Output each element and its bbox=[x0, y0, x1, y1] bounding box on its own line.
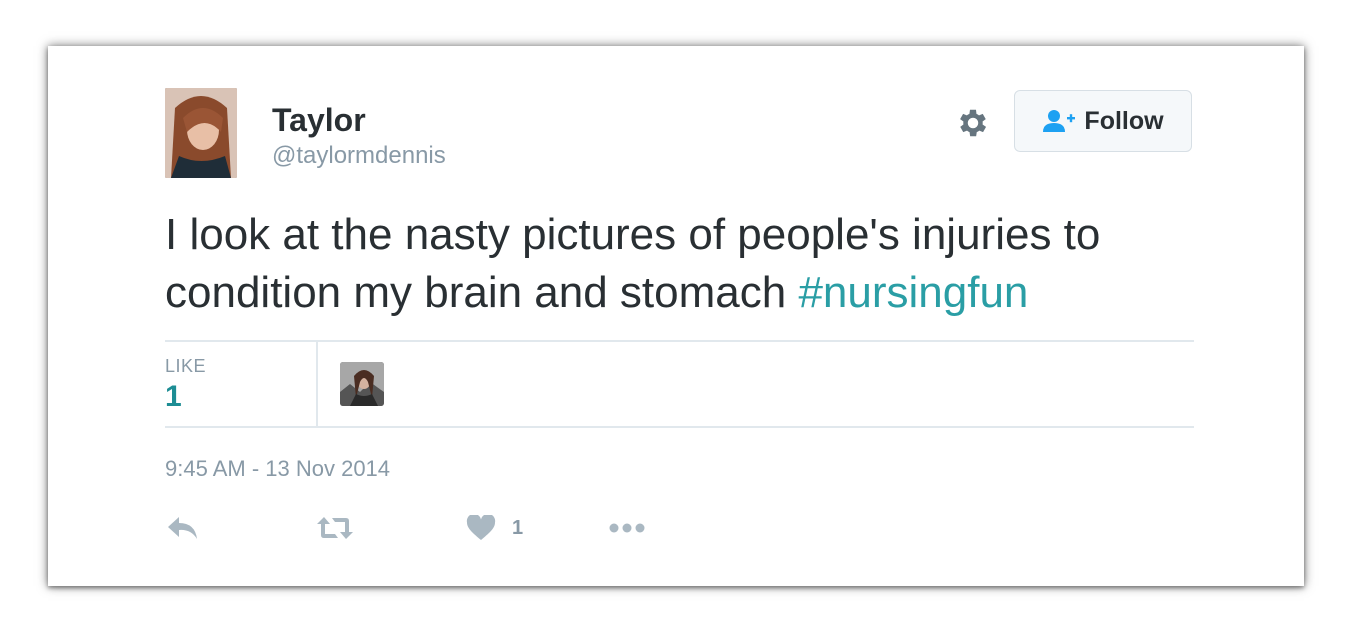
like-button[interactable]: 1 bbox=[466, 512, 523, 544]
follow-label: Follow bbox=[1084, 106, 1164, 135]
likes-stat[interactable]: LIKE 1 bbox=[165, 342, 317, 428]
divider-top bbox=[165, 340, 1194, 342]
stat-separator bbox=[316, 342, 318, 428]
user-avatar[interactable] bbox=[165, 88, 237, 178]
gear-icon[interactable] bbox=[955, 105, 991, 141]
follow-button[interactable]: Follow bbox=[1014, 90, 1192, 152]
tweet-text: I look at the nasty pictures of people's… bbox=[165, 206, 1205, 322]
add-user-icon bbox=[1043, 110, 1076, 132]
tweet-timestamp[interactable]: 9:45 AM - 13 Nov 2014 bbox=[165, 456, 390, 482]
avatar-image bbox=[165, 88, 237, 178]
liker-avatar-image bbox=[340, 362, 384, 406]
likes-value: 1 bbox=[165, 380, 182, 413]
like-count: 1 bbox=[512, 516, 524, 539]
hashtag-link[interactable]: #nursingfun bbox=[798, 268, 1028, 317]
user-handle[interactable]: @taylormdennis bbox=[272, 142, 446, 170]
user-name[interactable]: Taylor bbox=[272, 102, 366, 138]
more-icon bbox=[609, 523, 645, 533]
tweet-card: Taylor @taylormdennis Follow I look at t… bbox=[48, 46, 1304, 586]
likes-label: LIKE bbox=[165, 356, 207, 376]
liker-avatar[interactable] bbox=[340, 362, 384, 406]
more-button[interactable] bbox=[608, 512, 646, 544]
heart-icon bbox=[466, 515, 496, 540]
retweet-button[interactable] bbox=[316, 512, 354, 544]
retweet-icon bbox=[317, 517, 353, 539]
reply-button[interactable] bbox=[167, 512, 199, 544]
divider-bottom bbox=[165, 426, 1194, 428]
reply-icon bbox=[168, 517, 197, 539]
